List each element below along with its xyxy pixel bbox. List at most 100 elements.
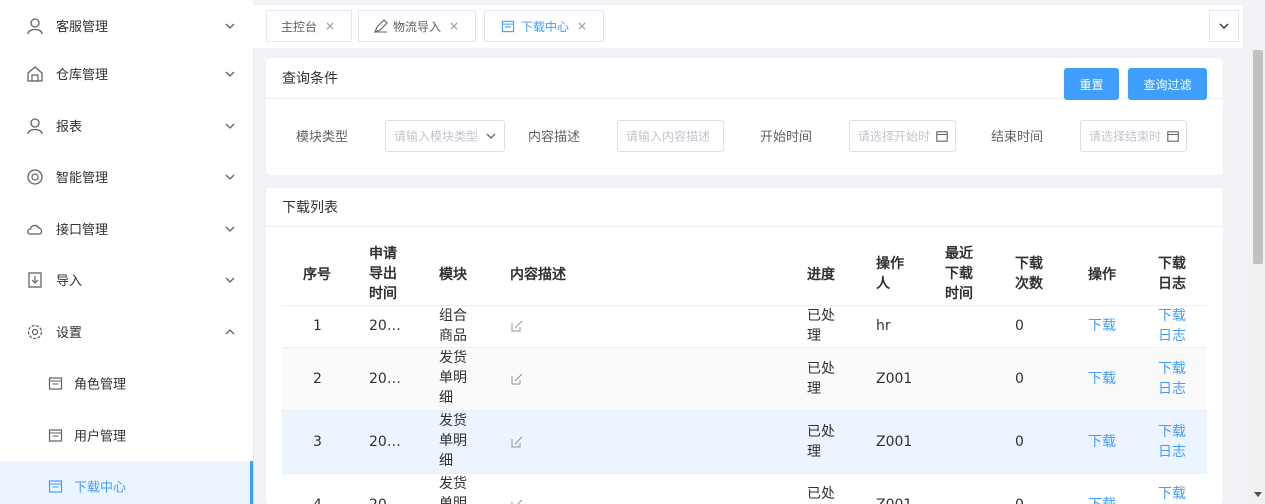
download-link[interactable]: 下载 [1088, 369, 1116, 389]
module-type-label: 模块类型 [296, 130, 349, 145]
content-desc-input[interactable]: 请输入内容描述 [617, 120, 724, 152]
edit-icon[interactable] [511, 373, 523, 385]
content-desc-placeholder: 请输入内容描述 [626, 129, 711, 144]
tab-more-button[interactable] [1209, 10, 1239, 42]
download-log-link[interactable]: 下载 日志 [1158, 422, 1186, 462]
edit-icon[interactable] [511, 320, 523, 332]
chevron-down-icon [225, 277, 235, 283]
download-link[interactable]: 下载 [1088, 495, 1116, 504]
table-row [282, 411, 1207, 474]
sidebar-item-label: 下载中心 [74, 480, 127, 496]
calendar-icon [936, 131, 948, 142]
col-progress: 进度 [807, 267, 835, 283]
sidebar-item-label: 用户管理 [74, 429, 127, 444]
calendar-icon [48, 428, 63, 442]
sidebar-item-label: 角色管理 [74, 377, 127, 392]
chevron-up-icon [225, 328, 235, 334]
tab-logistics-import[interactable]: 物流导入 × [358, 10, 476, 42]
download-log-link[interactable]: 下载 [1158, 484, 1186, 504]
download-link[interactable]: 下载 [1088, 432, 1116, 452]
close-icon[interactable]: × [325, 19, 335, 33]
close-icon[interactable]: × [577, 19, 587, 33]
col-action: 操作 [1088, 267, 1116, 283]
cell-progress: 已处 [807, 486, 835, 502]
chevron-down-icon [1219, 23, 1229, 29]
vertical-scrollbar[interactable] [1251, 48, 1265, 504]
chevron-down-icon [225, 123, 235, 129]
menu-reports[interactable]: 报表 [0, 100, 253, 151]
menu-label: 客服管理 [56, 20, 109, 35]
end-time-placeholder: 请选择结束时间 [1089, 129, 1162, 144]
menu-label: 报表 [56, 120, 83, 135]
person-icon [27, 17, 43, 34]
calendar-icon [501, 20, 515, 33]
cell-module: 组合 商品 [439, 308, 467, 344]
cell-index: 2 [313, 371, 322, 387]
edit-icon[interactable] [511, 436, 523, 448]
edit-icon[interactable] [511, 499, 523, 504]
menu-interface[interactable]: 接口管理 [0, 203, 253, 254]
module-type-select[interactable]: 请输入模块类型 [385, 120, 505, 152]
query-card: 查询条件 重置 查询过滤 模块类型 请输入模块类型 内容描述 请输入内容描述 开… [266, 58, 1223, 175]
sidebar-item-role-management[interactable]: 角色管理 [0, 357, 253, 408]
end-time-label: 结束时间 [991, 130, 1044, 145]
start-time-label: 开始时间 [760, 130, 813, 145]
menu-import[interactable]: 导入 [0, 254, 253, 305]
chevron-down-icon [225, 71, 235, 77]
query-card-title: 查询条件 [282, 71, 338, 87]
chevron-down-icon [225, 226, 235, 232]
cell-module: 发货 单明细 [439, 413, 467, 469]
sidebar-item-user-management[interactable]: 用户管理 [0, 409, 253, 460]
cloud-icon [27, 224, 43, 235]
tab-label: 下载中心 [521, 19, 570, 34]
tab-label: 物流导入 [393, 19, 442, 34]
cell-apply-time: 20… [369, 495, 401, 504]
col-module: 模块 [439, 267, 467, 283]
cell-module: 发货 单明细 [439, 350, 467, 406]
chevron-down-icon [225, 23, 235, 29]
menu-customer-service[interactable]: 客服管理 [0, 0, 253, 51]
menu-label: 导入 [56, 274, 83, 289]
download-log-link[interactable]: 下载 日志 [1158, 359, 1186, 399]
filter-button[interactable]: 查询过滤 [1128, 68, 1207, 100]
warehouse-icon [27, 65, 43, 82]
cell-operator: Z001 [876, 495, 912, 504]
scrollbar-thumb[interactable] [1253, 50, 1263, 264]
tab-label: 主控台 [281, 19, 318, 34]
cell-progress: 已处理 [807, 424, 835, 460]
list-card-title: 下载列表 [282, 200, 338, 216]
end-time-picker[interactable]: 请选择结束时间 [1080, 120, 1187, 152]
menu-label: 接口管理 [56, 223, 109, 238]
scroll-down-icon[interactable] [1254, 490, 1262, 498]
menu-settings[interactable]: 设置 [0, 306, 253, 357]
tab-bar: 主控台 × 物流导入 × 下载中心 × [253, 0, 1243, 48]
sidebar: 客服管理 仓库管理 报表 智能管理 接口管理 导入 设置 角色管理 用户管理 下… [0, 0, 254, 504]
menu-label: 设置 [56, 326, 83, 341]
col-count: 下载 次数 [1015, 256, 1043, 292]
download-link[interactable]: 下载 [1088, 316, 1116, 336]
cell-operator: Z001 [876, 434, 913, 450]
tab-dashboard[interactable]: 主控台 × [266, 10, 352, 42]
cell-index: 4 [313, 495, 322, 504]
content-desc-label: 内容描述 [528, 130, 581, 145]
cell-count: 0 [1015, 434, 1024, 450]
reset-button[interactable]: 重置 [1064, 68, 1119, 100]
cell-apply-time: 20… [369, 434, 401, 450]
close-icon[interactable]: × [449, 19, 459, 33]
cell-operator: hr [876, 318, 891, 334]
download-log-link[interactable]: 下载 日志 [1158, 306, 1186, 346]
menu-smart[interactable]: 智能管理 [0, 151, 253, 202]
start-time-picker[interactable]: 请选择开始时间 [849, 120, 956, 152]
pen-icon [374, 19, 388, 33]
menu-label: 智能管理 [56, 171, 109, 186]
cell-count: 0 [1015, 495, 1024, 504]
import-icon [28, 271, 42, 288]
start-time-placeholder: 请选择开始时间 [858, 129, 931, 144]
menu-warehouse[interactable]: 仓库管理 [0, 48, 253, 99]
cell-index: 1 [313, 318, 322, 334]
sidebar-item-download-center[interactable]: 下载中心 [0, 461, 253, 504]
cell-apply-time: 20… [369, 318, 401, 334]
col-apply-time: 申请 导出 时间 [369, 246, 397, 302]
table-row [282, 348, 1207, 411]
tab-download-center[interactable]: 下载中心 × [484, 10, 604, 42]
